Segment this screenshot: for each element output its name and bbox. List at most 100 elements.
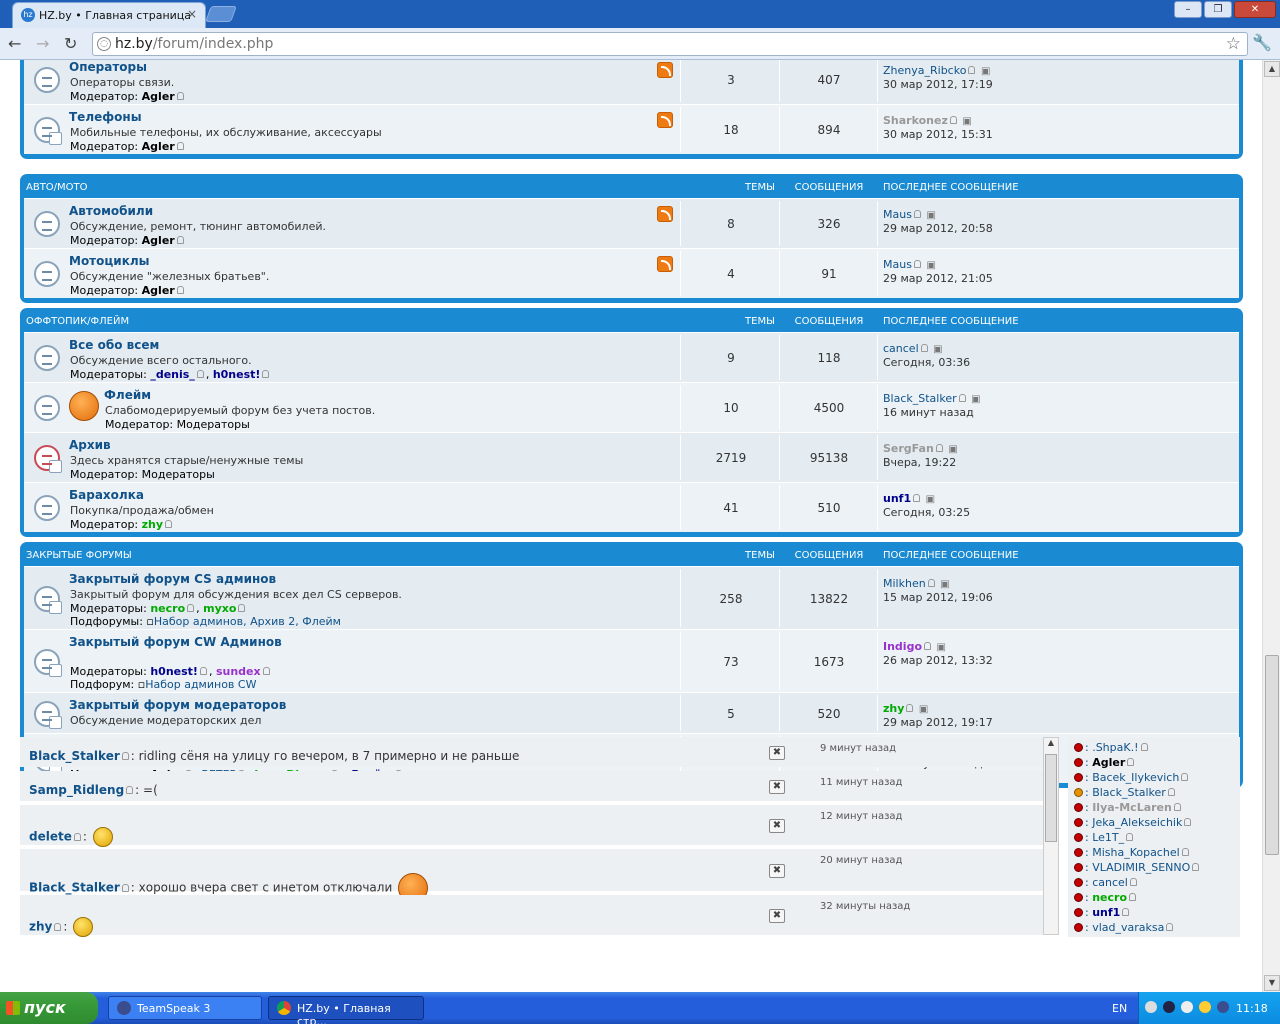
scroll-up-icon[interactable]: ▲ [1264,61,1280,77]
last-post-user-link[interactable]: SergFan [883,442,934,455]
moderators-group[interactable]: Модераторы [177,418,250,431]
last-post-user-link[interactable]: Black_Stalker [883,392,957,405]
user-profile-icon[interactable] [935,444,943,452]
user-profile-icon[interactable] [1166,923,1174,931]
bookmark-star-icon[interactable]: ☆ [1226,34,1241,54]
user-profile-icon[interactable] [913,260,921,268]
online-user-link[interactable]: cancel [1092,876,1128,889]
task-teamspeak[interactable]: TeamSpeak 3 [108,996,262,1020]
user-profile-icon[interactable] [1140,743,1148,751]
moderator-link[interactable]: h0nest! [213,368,261,381]
online-user-link[interactable]: Misha_Kopachel [1092,846,1179,859]
user-profile-icon[interactable] [949,116,957,124]
moderator-link[interactable]: h0nest! [150,665,198,678]
forum-title-link[interactable]: Архив [69,438,111,452]
online-user-link[interactable]: Black_Stalker [1092,786,1166,799]
page-scrollbar[interactable]: ▲ ▼ [1262,60,1280,992]
last-post-user-link[interactable]: Sharkonez [883,114,948,127]
user-profile-icon[interactable] [196,370,204,378]
minimize-button[interactable]: – [1174,1,1202,18]
tray-teamspeak-icon[interactable] [1217,1001,1229,1013]
user-profile-icon[interactable] [199,667,207,675]
delete-shout-icon[interactable]: ✖ [769,780,785,794]
goto-last-post-icon[interactable]: ▣ [971,394,980,405]
user-profile-icon[interactable] [238,604,246,612]
user-profile-icon[interactable] [126,786,134,794]
moderator-link[interactable]: _denis_ [150,368,194,381]
user-profile-icon[interactable] [1192,863,1200,871]
user-profile-icon[interactable] [968,66,976,74]
task-browser[interactable]: HZ.by • Главная стр... [268,996,424,1028]
delete-shout-icon[interactable]: ✖ [769,746,785,760]
forum-title-link[interactable]: Закрытый форум CS админов [69,572,276,586]
last-post-user-link[interactable]: zhy [883,702,904,715]
close-window-button[interactable]: ✕ [1234,1,1276,18]
online-user-link[interactable]: necro [1092,891,1127,904]
last-post-user-link[interactable]: Maus [883,208,912,221]
browser-tab[interactable]: hz HZ.by • Главная страница × [12,2,206,28]
user-profile-icon[interactable] [906,704,914,712]
moderator-link[interactable]: Agler [142,234,175,247]
tray-back-icon[interactable] [1145,1001,1157,1013]
category-name[interactable]: ЗАКРЫТЫЕ ФОРУМЫ [26,550,132,561]
moderators-group[interactable]: Модераторы [142,468,215,481]
goto-last-post-icon[interactable]: ▣ [948,444,957,455]
scroll-thumb[interactable] [1045,754,1057,842]
online-user-link[interactable]: VLADIMIR_SENNO [1092,861,1190,874]
moderator-link[interactable]: zhy [142,518,163,531]
last-post-user-link[interactable]: cancel [883,342,919,355]
last-post-user-link[interactable]: Maus [883,258,912,271]
user-profile-icon[interactable] [1127,758,1135,766]
tray-folder-icon[interactable] [1199,1001,1211,1013]
forum-title-link[interactable]: Закрытый форум модераторов [69,698,286,712]
user-profile-icon[interactable] [920,344,928,352]
forum-title-link[interactable]: Мотоциклы [69,254,149,268]
user-profile-icon[interactable] [1129,893,1136,901]
forum-title-link[interactable]: Автомобили [69,204,153,218]
forum-title-link[interactable]: Операторы [69,60,147,74]
delete-shout-icon[interactable]: ✖ [769,819,785,833]
category-name[interactable]: АВТО/МОТО [26,182,88,193]
rss-feed-icon[interactable] [657,256,673,272]
online-user-link[interactable]: Agler [1092,756,1125,769]
shout-username-link[interactable]: Samp_Ridleng [29,783,124,797]
user-profile-icon[interactable] [262,370,270,378]
online-user-link[interactable]: Le1T_ [1092,831,1124,844]
goto-last-post-icon[interactable]: ▣ [940,579,949,590]
user-profile-icon[interactable] [913,494,921,502]
forum-title-link[interactable]: Телефоны [69,110,142,124]
user-profile-icon[interactable] [54,922,62,931]
moderator-link[interactable]: Agler [142,90,175,103]
user-profile-icon[interactable] [1126,833,1134,841]
user-profile-icon[interactable] [121,883,129,892]
wrench-menu-icon[interactable]: 🔧 [1252,33,1272,52]
goto-last-post-icon[interactable]: ▣ [919,704,928,715]
user-profile-icon[interactable] [187,604,195,612]
online-user-link[interactable]: vlad_varaksa [1092,921,1164,934]
subforum-links[interactable]: Набор админов, Архив 2, Флейм [154,615,341,628]
shout-username-link[interactable]: delete [29,830,72,844]
new-tab-button[interactable] [205,6,237,22]
moderator-link[interactable]: Agler [142,284,175,297]
online-user-link[interactable]: Ilya-McLaren [1092,801,1172,814]
back-arrow-icon[interactable]: ← [8,34,21,53]
user-profile-icon[interactable] [958,394,966,402]
reload-icon[interactable]: ↻ [64,34,77,53]
goto-last-post-icon[interactable]: ▣ [926,210,935,221]
user-profile-icon[interactable] [1181,848,1189,856]
shout-username-link[interactable]: Black_Stalker [29,881,120,895]
moderator-link[interactable]: sundex [216,665,261,678]
language-indicator[interactable]: EN [1112,1002,1127,1015]
user-profile-icon[interactable] [73,832,81,841]
forum-title-link[interactable]: Барахолка [69,488,144,502]
forum-title-link[interactable]: Флейм [104,388,151,402]
delete-shout-icon[interactable]: ✖ [769,864,785,878]
rss-feed-icon[interactable] [657,206,673,222]
user-profile-icon[interactable] [924,642,931,650]
shout-username-link[interactable]: zhy [29,920,52,934]
goto-last-post-icon[interactable]: ▣ [926,260,935,271]
user-profile-icon[interactable] [1181,773,1189,781]
scroll-down-icon[interactable]: ▼ [1264,975,1280,991]
last-post-user-link[interactable]: Indigo [883,640,922,653]
shoutbox-scrollbar[interactable]: ▲ [1043,737,1059,935]
